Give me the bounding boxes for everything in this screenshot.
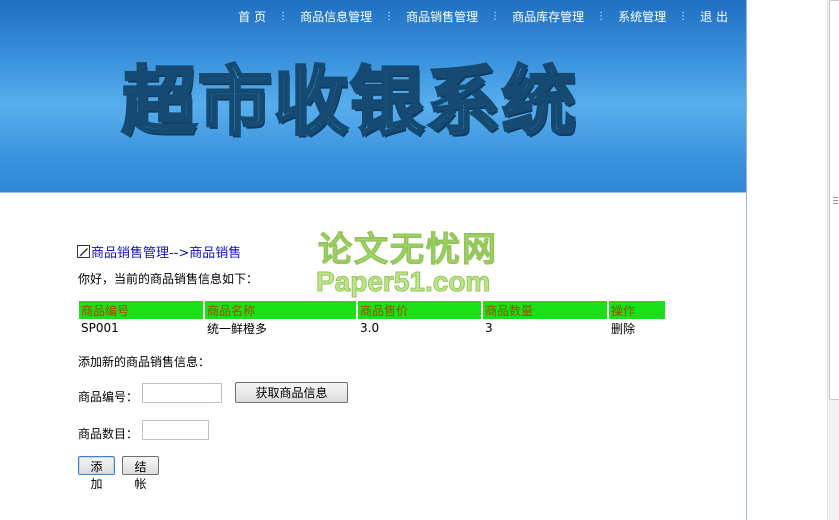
window-background xyxy=(747,0,827,520)
nav-separator: ⋮ xyxy=(278,11,289,22)
grip-icon xyxy=(833,197,838,205)
page: 首 页 ⋮ 商品信息管理 ⋮ 商品销售管理 ⋮ 商品库存管理 ⋮ 系统管理 ⋮ … xyxy=(0,0,747,520)
nav-product-info[interactable]: 商品信息管理 xyxy=(300,8,372,25)
product-code-input[interactable] xyxy=(142,383,222,403)
nav-system[interactable]: 系统管理 xyxy=(618,8,666,25)
add-button[interactable]: 添加 xyxy=(78,456,115,491)
cell-code: SP001 xyxy=(81,321,119,335)
add-form-title: 添加新的商品销售信息： xyxy=(78,355,211,369)
table-row: SP001 统一鲜橙多 3.0 3 删除 xyxy=(79,319,665,337)
product-code-label: 商品编号： xyxy=(78,390,139,404)
nav-separator: ⋮ xyxy=(596,11,607,22)
breadcrumb-text[interactable]: 商品销售管理-->商品销售 xyxy=(91,242,241,261)
cell-name: 统一鲜橙多 xyxy=(203,319,357,337)
watermark-line2: Paper51.com xyxy=(315,266,491,298)
watermark-line1: 论文无忧网 xyxy=(318,230,498,271)
watermark: 论文无忧网 Paper51.com xyxy=(315,222,528,302)
col-header-name: 商品名称 xyxy=(203,301,357,319)
table-header-row: 商品编号 商品名称 商品售价 商品数量 操作 xyxy=(79,301,665,319)
col-header-action: 操作 xyxy=(607,301,665,319)
cell-qty: 3 xyxy=(481,319,608,337)
greeting-text: 你好，当前的商品销售信息如下： xyxy=(78,272,259,286)
nav-home[interactable]: 首 页 xyxy=(238,8,266,25)
col-header-qty: 商品数量 xyxy=(481,301,608,319)
nav-sales[interactable]: 商品销售管理 xyxy=(406,8,478,25)
checkout-button[interactable]: 结帐 xyxy=(122,456,159,491)
banner-title: 超市收银系统 xyxy=(121,58,578,147)
nav-logout[interactable]: 退 出 xyxy=(700,8,728,25)
fetch-product-button[interactable]: 获取商品信息 xyxy=(235,382,348,403)
sales-table: 商品编号 商品名称 商品售价 商品数量 操作 SP001 统一鲜橙多 3.0 3… xyxy=(79,301,665,337)
edit-icon xyxy=(77,245,90,258)
nav-inventory[interactable]: 商品库存管理 xyxy=(512,8,584,25)
cell-price: 3.0 xyxy=(356,319,482,337)
nav-separator: ⋮ xyxy=(490,11,501,22)
header-banner: 首 页 ⋮ 商品信息管理 ⋮ 商品销售管理 ⋮ 商品库存管理 ⋮ 系统管理 ⋮ … xyxy=(0,0,746,193)
top-nav: 首 页 ⋮ 商品信息管理 ⋮ 商品销售管理 ⋮ 商品库存管理 ⋮ 系统管理 ⋮ … xyxy=(238,8,728,25)
col-header-code: 商品编号 xyxy=(79,301,204,319)
delete-link[interactable]: 删除 xyxy=(607,319,665,337)
scrollbar-thumb[interactable] xyxy=(829,0,839,400)
col-header-price: 商品售价 xyxy=(356,301,482,319)
nav-separator: ⋮ xyxy=(678,11,689,22)
product-qty-label: 商品数目： xyxy=(78,427,139,441)
nav-separator: ⋮ xyxy=(384,11,395,22)
breadcrumb: 商品销售管理-->商品销售 xyxy=(77,242,241,261)
product-qty-input[interactable] xyxy=(142,420,209,440)
vertical-scrollbar[interactable] xyxy=(827,0,839,520)
